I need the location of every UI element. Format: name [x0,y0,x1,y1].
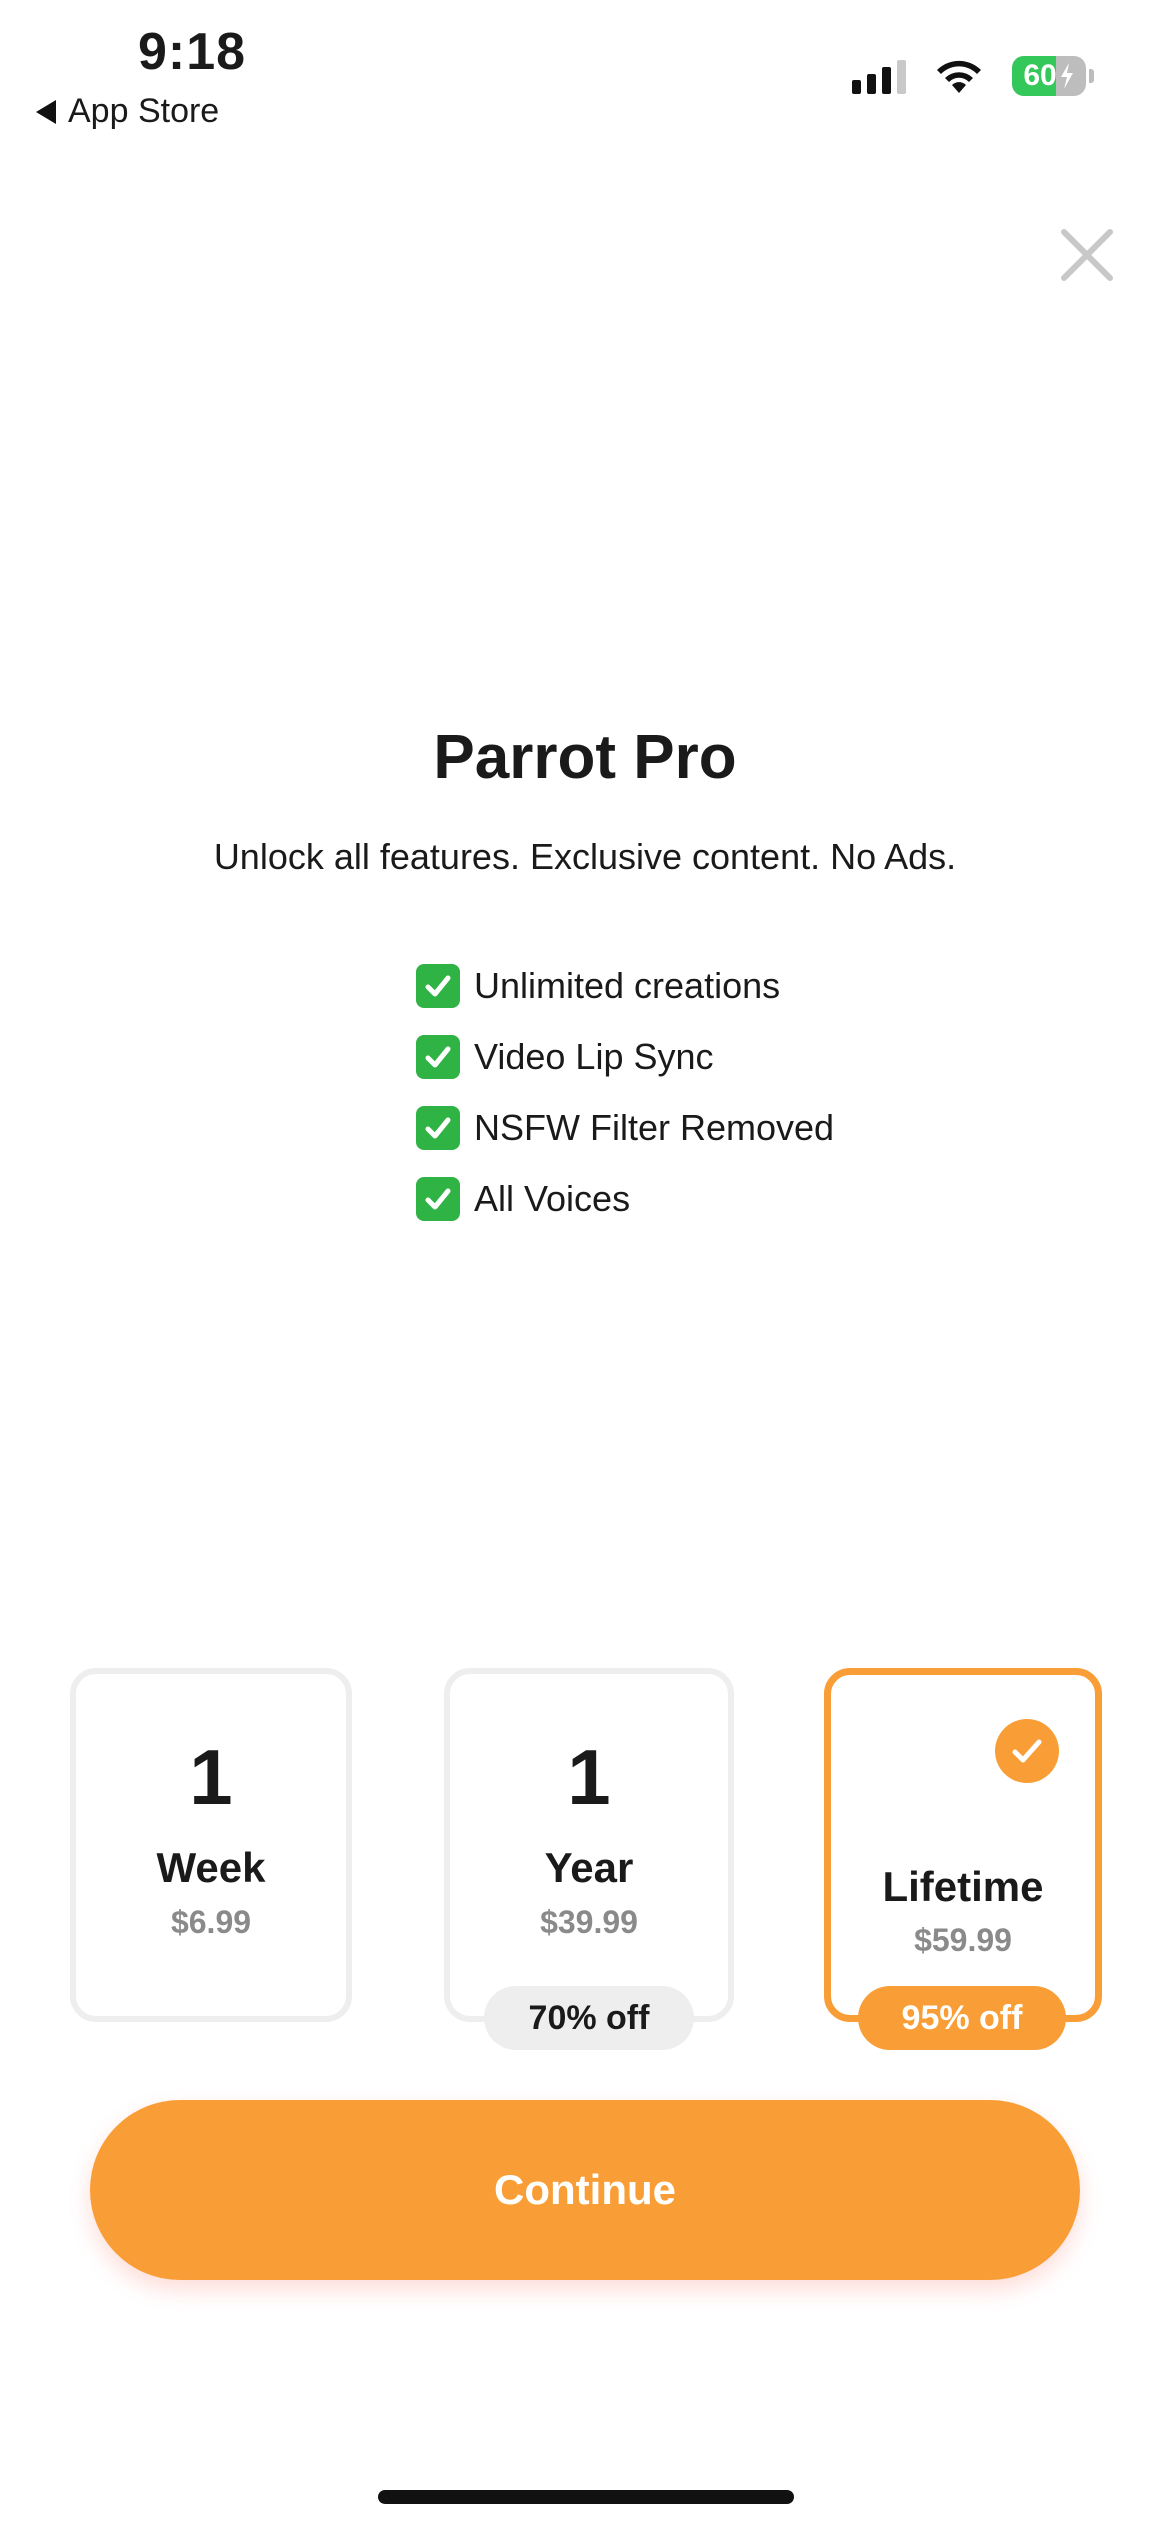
check-mark-icon [416,1176,460,1221]
back-arrow-icon [36,99,56,124]
page-title: Parrot Pro [433,723,737,792]
plan-card-year[interactable]: 1 Year $39.99 [444,1668,734,2022]
plan-card-week[interactable]: 1 Week $6.99 [70,1668,352,2022]
plan-duration-number: 1 [567,1733,611,1821]
feature-list: Unlimited creations Video Lip Sync NSFW … [416,950,834,1234]
check-mark-icon [416,963,460,1008]
feature-label: Unlimited creations [474,964,781,1006]
home-indicator[interactable] [378,2490,794,2504]
check-mark-icon [416,1034,460,1079]
status-icons: 60 [852,56,1094,96]
wifi-icon [937,60,981,93]
plan-name: Week [156,1844,266,1891]
check-mark-icon [416,1105,460,1150]
battery-level: 60 [1023,59,1057,92]
feature-item: NSFW Filter Removed [416,1092,834,1163]
charging-bolt-icon [1060,63,1073,89]
plan-name: Lifetime [882,1863,1044,1910]
plan-name: Year [544,1844,634,1891]
page-subtitle: Unlock all features. Exclusive content. … [213,836,957,877]
feature-label: All Voices [474,1177,631,1219]
battery-icon: 60 [1012,56,1086,96]
plan-duration-number: 1 [189,1733,233,1821]
close-button[interactable] [1058,226,1116,284]
discount-badge-year: 70% off [484,1986,694,2050]
feature-item: All Voices [416,1163,834,1234]
discount-badge-lifetime: 95% off [858,1986,1066,2050]
back-label: App Store [68,92,220,130]
plan-price: $59.99 [914,1922,1012,1958]
back-to-app-store-link[interactable]: App Store [36,92,219,131]
feature-item: Video Lip Sync [416,1021,834,1092]
continue-button[interactable]: Continue [90,2100,1080,2280]
feature-label: Video Lip Sync [474,1035,714,1077]
plan-price: $6.99 [170,1904,252,1940]
cellular-signal-icon [852,58,906,94]
plan-card-lifetime[interactable]: Lifetime $59.99 [824,1668,1102,2022]
close-icon [1061,229,1113,281]
status-time: 9:18 [138,23,247,81]
selected-check-icon [995,1719,1059,1783]
feature-item: Unlimited creations [416,950,834,1021]
plan-price: $39.99 [540,1904,638,1940]
feature-label: NSFW Filter Removed [474,1106,835,1148]
